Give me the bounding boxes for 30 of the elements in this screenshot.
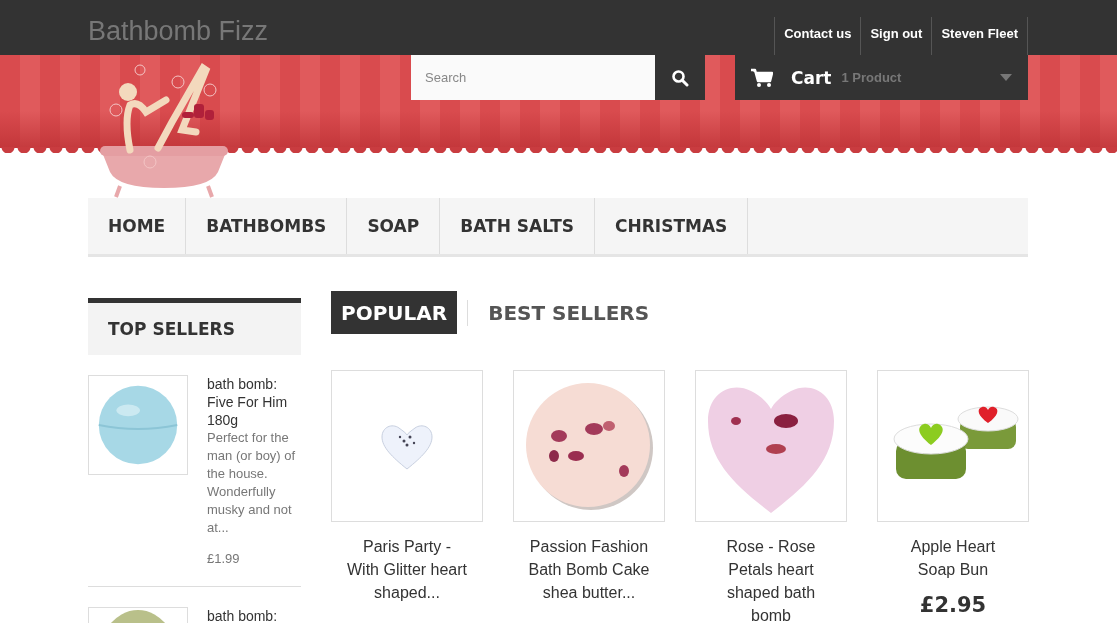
product-title[interactable]: Rose - Rose Petals heart shaped bath bomb xyxy=(695,535,847,623)
caret-icon xyxy=(1000,74,1012,81)
heart-bomb-drawing xyxy=(381,425,433,470)
product-image[interactable] xyxy=(513,370,665,522)
search-field[interactable]: Search xyxy=(411,55,655,100)
product-title[interactable]: Passion Fashion Bath Bomb Cake shea butter... xyxy=(513,535,665,604)
cart-icon xyxy=(751,67,773,88)
tab[interactable]: POPULAR xyxy=(331,291,458,334)
product-price: £1.99 xyxy=(207,551,241,566)
nav-item[interactable]: BATHBOMBS xyxy=(186,198,348,254)
search-icon xyxy=(671,68,689,87)
nav-item[interactable]: BATH SALTS xyxy=(440,198,596,254)
nav-item[interactable]: CHRISTMAS xyxy=(595,198,749,254)
product-title[interactable]: bath bomb: xyxy=(207,607,278,623)
cart-label: Cart xyxy=(791,67,832,88)
product-description: Perfect for the man (or boy) of the house. Wonderfully musky and not at... xyxy=(207,429,297,537)
nav-item[interactable]: HOME xyxy=(88,198,187,254)
product-thumbnail[interactable] xyxy=(88,375,188,475)
product-title[interactable]: Paris Party - With Glitter heart shaped... xyxy=(331,535,483,604)
search-button[interactable] xyxy=(655,55,705,100)
product-image[interactable] xyxy=(695,370,847,522)
sidebar-heading: TOP SELLERS xyxy=(88,298,301,355)
product-image[interactable] xyxy=(877,370,1029,522)
tab[interactable]: BEST SELLERS xyxy=(478,291,660,334)
product-title[interactable]: bath bomb: Five For Him 180g xyxy=(207,375,301,429)
product-title[interactable]: Apple Heart Soap Bun xyxy=(877,535,1029,581)
cart-button[interactable]: Cart 1 Product xyxy=(735,55,1028,100)
product-price: £2.95 xyxy=(918,593,988,617)
nav-item[interactable]: SOAP xyxy=(347,198,441,254)
cart-count: 1 Product xyxy=(841,70,902,85)
